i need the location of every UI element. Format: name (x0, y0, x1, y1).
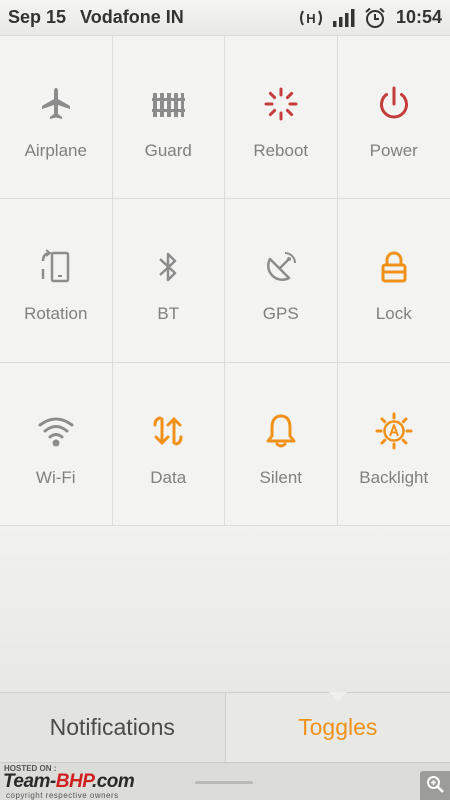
toggle-backlight[interactable]: Backlight (337, 363, 450, 526)
toggle-rotation[interactable]: Rotation (0, 199, 113, 363)
bluetooth-icon (148, 247, 188, 292)
watermark-bar: HOSTED ON : Team-BHP.com copyright respe… (0, 762, 450, 800)
toggle-label: BT (157, 304, 180, 324)
empty-panel-area (0, 526, 450, 692)
logo-com: .com (91, 771, 135, 792)
toggle-data[interactable]: Data (112, 362, 225, 526)
backlight-icon (374, 411, 414, 456)
rotation-icon (36, 247, 76, 292)
watermark-logo: Team-BHP.com (3, 771, 135, 793)
network-type-label: H (306, 11, 315, 26)
alarm-icon (364, 7, 386, 29)
active-tab-pointer (328, 692, 347, 701)
zoom-button[interactable] (420, 771, 450, 800)
toggle-silent[interactable]: Silent (225, 362, 338, 526)
logo-bhp: BHP (55, 771, 93, 792)
tab-toggles-label: Toggles (298, 714, 378, 740)
bottom-tabs: Notifications Toggles (0, 692, 450, 762)
tab-toggles[interactable]: Toggles (225, 692, 450, 762)
toggle-label: Backlight (359, 467, 429, 487)
toggle-gps[interactable]: GPS (225, 199, 338, 363)
status-carrier: Vodafone IN (80, 7, 184, 27)
toggle-label: Reboot (253, 141, 309, 160)
wifi-icon (36, 411, 76, 456)
watermark-copyright: copyright respective owners (6, 791, 119, 800)
toggle-bt[interactable]: BT (112, 199, 225, 363)
data-icon (148, 411, 188, 456)
power-icon (374, 84, 414, 129)
logo-team: Team- (3, 771, 56, 792)
guard-icon (148, 84, 188, 129)
lock-icon (374, 247, 414, 292)
zoom-icon (425, 774, 445, 799)
tab-notifications[interactable]: Notifications (0, 693, 226, 762)
toggle-label: GPS (262, 304, 299, 324)
status-time: 10:54 (395, 7, 442, 27)
toggle-label: Wi-Fi (35, 467, 76, 487)
drag-handle[interactable] (195, 781, 253, 784)
toggle-power[interactable]: Power (337, 36, 450, 200)
toggle-label: Rotation (24, 304, 88, 324)
toggle-label: Guard (144, 141, 192, 160)
toggle-guard[interactable]: Guard (112, 36, 225, 200)
toggle-label: Data (150, 467, 187, 487)
reboot-icon (261, 84, 301, 129)
gps-icon (261, 247, 301, 292)
toggle-label: Silent (259, 467, 303, 487)
toggle-airplane[interactable]: Airplane (0, 36, 113, 200)
toggle-reboot[interactable]: Reboot (225, 36, 338, 200)
bell-icon (261, 411, 301, 456)
airplane-icon (36, 84, 76, 129)
toggle-wifi[interactable]: Wi-Fi (0, 362, 113, 526)
toggle-label: Lock (375, 304, 412, 324)
toggle-label: Airplane (24, 141, 87, 160)
status-icons: H (298, 7, 386, 29)
hspa-icon: H (298, 8, 324, 28)
status-bar: Sep 15 Vodafone IN H 10:54 (0, 0, 450, 36)
status-date: Sep 15 (8, 7, 67, 27)
toggle-lock[interactable]: Lock (337, 199, 450, 363)
toggle-grid: Airplane Guard Reboot Power Rotation BT … (0, 36, 450, 526)
toggle-label: Power (369, 141, 418, 160)
signal-icon (332, 8, 356, 28)
